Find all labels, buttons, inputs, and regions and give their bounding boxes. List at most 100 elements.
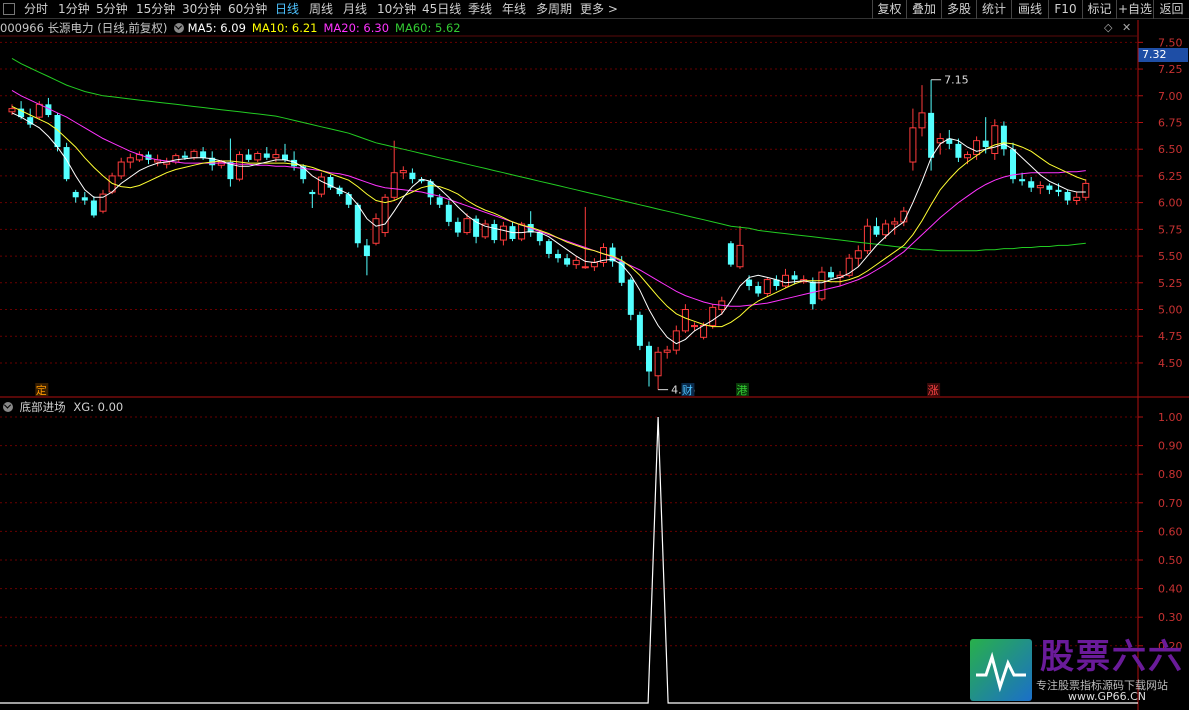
candle <box>473 215 480 244</box>
candle <box>481 219 489 239</box>
main-grid <box>0 20 1189 710</box>
candle <box>773 275 780 291</box>
candle-body <box>1019 179 1026 182</box>
candle <box>882 219 890 239</box>
candle-body <box>372 218 380 244</box>
candle-body <box>1064 191 1071 201</box>
candle <box>354 202 361 248</box>
candle-body <box>672 330 680 351</box>
candle-body <box>909 127 917 163</box>
candle-body <box>882 223 890 236</box>
candle-body <box>545 241 552 254</box>
price-tick-label: 7.25 <box>1158 63 1183 76</box>
candle-body <box>955 143 962 158</box>
candle <box>90 196 97 218</box>
candle <box>1028 176 1035 192</box>
candle <box>135 151 143 163</box>
candle-body <box>891 221 899 225</box>
candle <box>327 174 334 190</box>
candle-body <box>636 314 643 346</box>
candle-body <box>409 172 416 180</box>
candle-body <box>245 154 252 160</box>
price-tick-label: 6.00 <box>1158 197 1183 210</box>
price-tick-label: 5.00 <box>1158 304 1183 317</box>
candle <box>1036 181 1044 195</box>
candle-body <box>736 244 744 268</box>
candle <box>545 238 552 259</box>
candle-body <box>72 191 79 198</box>
candle-body <box>399 170 407 174</box>
candle-body <box>709 306 717 327</box>
candle-body <box>755 285 762 294</box>
candle <box>763 277 771 297</box>
candle-body <box>818 271 826 300</box>
candle-body <box>126 157 134 163</box>
candle-body <box>1036 185 1044 189</box>
candle <box>363 238 370 276</box>
candle <box>1082 179 1090 201</box>
price-tick-label: 6.25 <box>1158 170 1183 183</box>
logo-url: www.GP66.CN <box>1068 690 1147 703</box>
candle <box>909 108 917 171</box>
candle-body <box>99 193 107 212</box>
price-tick-label: 6.50 <box>1158 143 1183 156</box>
candle <box>399 166 407 180</box>
candle <box>372 213 380 246</box>
candle <box>63 142 70 182</box>
sub-tick-label: 0.50 <box>1158 554 1183 567</box>
candle-body <box>272 154 280 159</box>
candle <box>499 221 507 246</box>
candle-body <box>973 140 981 156</box>
candle-body <box>1046 185 1053 190</box>
candle <box>828 266 834 280</box>
candle-body <box>1055 189 1062 192</box>
chart-canvas[interactable]: 7.154.25定财港涨 7.507.257.006.756.506.256.0… <box>0 0 1189 710</box>
sub-tick-label: 0.40 <box>1158 583 1183 596</box>
candle <box>891 217 899 235</box>
candle-body <box>309 191 316 195</box>
candle-body <box>863 225 871 252</box>
candle <box>99 189 107 214</box>
candle-body <box>454 221 461 233</box>
price-axis: 7.50 7.25 7.00 6.75 6.50 6.25 6.00 5.75 5.50 5.25… <box>1138 36 1183 370</box>
sub-tick-label: 0.90 <box>1158 440 1183 453</box>
candle <box>126 153 134 169</box>
candle <box>1046 183 1053 195</box>
candle-body <box>499 225 507 241</box>
candle <box>163 157 171 169</box>
candle <box>654 346 662 390</box>
price-tick-label: 4.75 <box>1158 330 1183 343</box>
candle-body <box>991 125 999 154</box>
sub-tick-label: 0.70 <box>1158 497 1183 510</box>
sub-tick-label: 0.80 <box>1158 468 1183 481</box>
candle-body <box>928 112 935 158</box>
candle-body <box>217 161 225 166</box>
candle-body <box>181 155 188 158</box>
price-tick-label: 4.50 <box>1158 357 1183 370</box>
candle <box>1073 191 1081 205</box>
candle-body <box>681 309 689 332</box>
candle <box>873 217 880 237</box>
candle <box>736 226 744 269</box>
candle-body <box>555 253 561 259</box>
candle-body <box>627 279 634 315</box>
candle-body <box>354 204 361 244</box>
candle <box>627 277 634 321</box>
price-tick-label: 5.75 <box>1158 223 1183 236</box>
sub-tick-label: 1.00 <box>1158 411 1183 424</box>
candle <box>609 243 616 267</box>
candle-body <box>581 266 589 269</box>
candle-body <box>263 153 270 158</box>
candle <box>646 341 652 387</box>
candle-body <box>763 279 771 294</box>
logo-brand: 股票六六 <box>1040 637 1184 677</box>
ma10-line <box>11 106 1086 328</box>
candle-body <box>1082 182 1090 198</box>
candle-body <box>828 272 834 278</box>
price-tick-label: 5.25 <box>1158 277 1183 290</box>
candle-body <box>90 200 97 216</box>
candle-body <box>117 161 125 177</box>
candle <box>381 194 389 237</box>
candle <box>973 136 981 160</box>
candle <box>863 218 871 254</box>
